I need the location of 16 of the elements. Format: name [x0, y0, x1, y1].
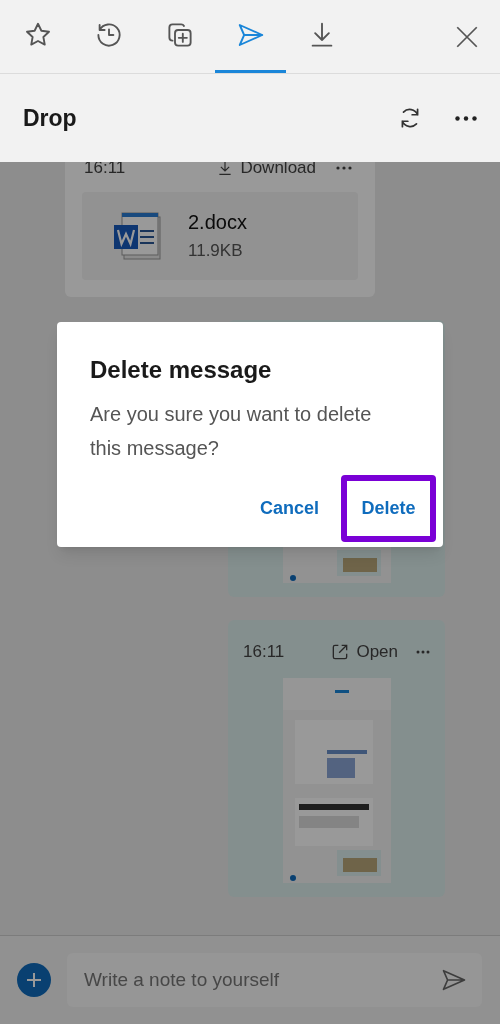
document-icon — [114, 211, 162, 261]
file-attachment[interactable]: 2.docx 11.9KB — [82, 192, 358, 280]
dialog-button[interactable]: Cancel — [242, 475, 337, 542]
add-button[interactable] — [17, 963, 51, 997]
file-name: 2.docx — [188, 210, 247, 235]
file-size: 11.9KB — [188, 240, 244, 262]
open-button[interactable]: Open — [330, 639, 398, 665]
dialog-message: Are you sure you want to delete this message? — [89, 402, 373, 461]
note-field[interactable]: Write a note to yourself — [67, 953, 482, 1007]
dialog-button[interactable]: Delete — [341, 475, 436, 542]
message-time: 16:11 — [243, 641, 285, 664]
page-title: Drop — [23, 103, 77, 133]
more-icon[interactable] — [455, 115, 477, 121]
dialog-title: Delete message — [89, 355, 273, 385]
plus-icon — [26, 972, 42, 988]
message-time: 16:11 — [84, 162, 126, 180]
